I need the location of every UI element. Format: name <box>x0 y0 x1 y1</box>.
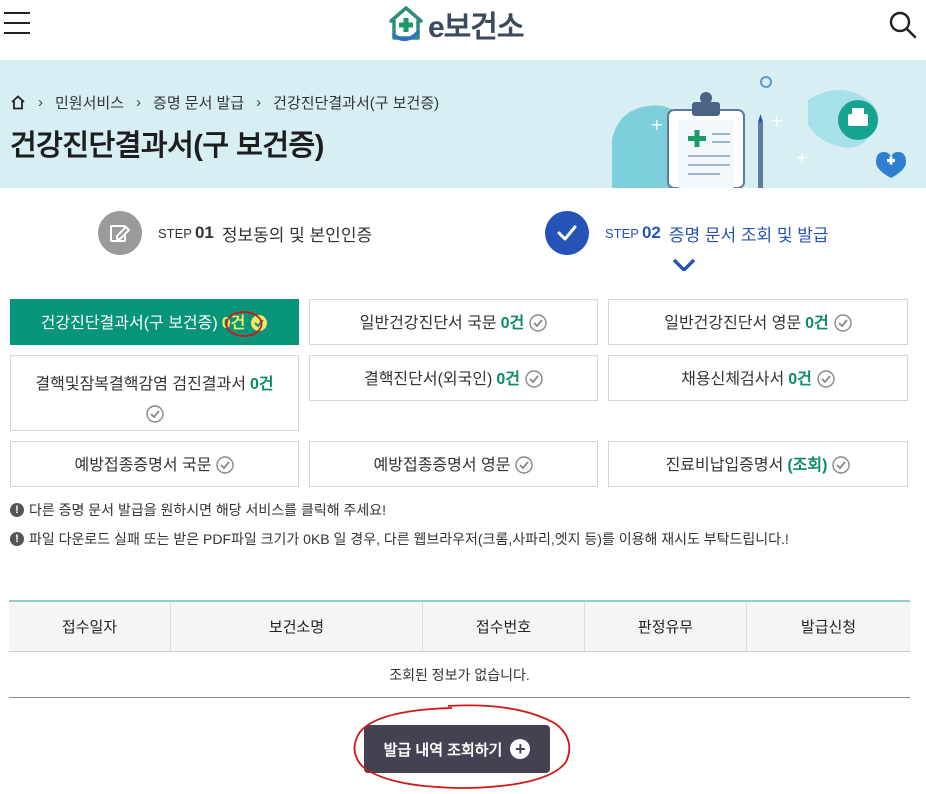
notice-text: 파일 다운로드 실패 또는 받은 PDF파일 크기가 0KB 일 경우, 다른 … <box>29 531 789 547</box>
step-1-consent: STEP 01 정보동의 및 본인인증 <box>98 211 372 255</box>
check-circle-icon <box>832 456 851 474</box>
logo-text: e보건소 <box>428 11 524 44</box>
issue-records-table: 접수일자 보건소명 접수번호 판정유무 발급신청 조회된 정보가 없습니다. <box>9 600 910 698</box>
search-icon[interactable] <box>888 10 918 40</box>
svg-text:+: + <box>650 115 663 134</box>
top-header: e보건소 <box>0 0 926 60</box>
step-label: 정보동의 및 본인인증 <box>221 225 373 245</box>
doc-label: 진료비납입증명서 <box>665 457 784 474</box>
table-header: 접수일자 보건소명 접수번호 판정유무 발급신청 <box>9 602 910 652</box>
doc-count: 0건 <box>496 371 521 388</box>
svg-text:+: + <box>796 150 808 166</box>
doc-tuberculosis-diagnosis-foreigner[interactable]: 결핵진단서(외국인) 0건 <box>309 355 598 401</box>
column-header: 접수번호 <box>423 602 585 651</box>
health-house-icon <box>389 6 423 42</box>
notice-other-service: ! 다른 증명 문서 발급을 원하시면 해당 서비스를 클릭해 주세요! <box>10 500 386 520</box>
breadcrumb: › 민원서비스 › 증명 문서 발급 › 건강진단결과서(구 보건증) <box>10 92 439 113</box>
doc-employment-physical[interactable]: 채용신체검사서 0건 <box>608 355 908 401</box>
check-circle-icon <box>834 314 852 332</box>
step-2-document-issue: STEP 02 증명 문서 조회 및 발급 <box>545 211 829 255</box>
chevron-right-icon: › <box>256 94 262 111</box>
doc-label: 건강진단결과서(구 보건증) <box>40 315 218 332</box>
column-header: 판정유무 <box>585 602 747 651</box>
doc-label: 결핵진단서(외국인) <box>363 371 493 388</box>
doc-label: 일반건강진단서 국문 <box>359 315 497 332</box>
home-icon[interactable] <box>10 95 26 110</box>
doc-count: 0건 <box>249 376 274 393</box>
doc-label: 예방접종증명서 국문 <box>74 457 212 474</box>
medical-clipboard-illustration: + + + <box>612 76 906 188</box>
doc-label: 예방접종증명서 영문 <box>373 457 511 474</box>
exclamation-icon: ! <box>10 503 24 517</box>
breadcrumb-item-certificate-issue[interactable]: 증명 문서 발급 <box>153 92 244 113</box>
page-title: 건강진단결과서(구 보건증) <box>10 130 324 162</box>
doc-tuberculosis-screening[interactable]: 결핵및잠복결핵감염 검진결과서 0건 <box>10 355 299 431</box>
column-header: 보건소명 <box>171 602 423 651</box>
checkmark-icon <box>545 211 589 255</box>
svg-text:+: + <box>770 111 783 130</box>
column-header: 접수일자 <box>9 602 171 651</box>
check-circle-icon <box>515 456 534 474</box>
doc-count: (조회) <box>787 457 828 474</box>
check-circle-icon <box>529 314 547 332</box>
check-circle-icon <box>216 456 235 474</box>
chevron-right-icon: › <box>136 94 142 111</box>
step-label: 증명 문서 조회 및 발급 <box>668 225 829 245</box>
check-circle-icon <box>145 405 164 423</box>
step-number: 02 <box>641 223 661 242</box>
doc-medical-payment-certificate[interactable]: 진료비납입증명서 (조회) <box>608 441 908 487</box>
notice-download-failure: ! 파일 다운로드 실패 또는 받은 PDF파일 크기가 0KB 일 경우, 다… <box>10 529 789 549</box>
notice-text: 다른 증명 문서 발급을 원하시면 해당 서비스를 클릭해 주세요! <box>29 502 387 518</box>
empty-message: 조회된 정보가 없습니다. <box>9 652 910 698</box>
breadcrumb-item-civil-service[interactable]: 민원서비스 <box>55 92 124 113</box>
doc-count: 0건 <box>788 371 812 388</box>
doc-count: 0건 <box>500 315 525 332</box>
step-kicker: STEP <box>158 225 192 241</box>
chevron-right-icon: › <box>38 94 43 111</box>
check-circle-icon <box>525 370 543 388</box>
doc-vaccination-korean[interactable]: 예방접종증명서 국문 <box>10 441 299 487</box>
exclamation-icon: ! <box>10 532 24 546</box>
doc-label: 채용신체검사서 <box>681 371 785 388</box>
doc-vaccination-english[interactable]: 예방접종증명서 영문 <box>309 441 598 487</box>
pencil-edit-icon <box>98 211 142 255</box>
check-circle-icon <box>817 370 835 388</box>
red-annotation-circle <box>353 704 571 789</box>
doc-general-health-korean[interactable]: 일반건강진단서 국문 0건 <box>309 299 598 345</box>
doc-label: 일반건강진단서 영문 <box>664 315 802 332</box>
doc-count: 0건 <box>805 315 829 332</box>
hamburger-menu-icon[interactable] <box>4 12 30 36</box>
doc-label: 결핵및잠복결핵감염 검진결과서 <box>35 376 246 393</box>
step-number: 01 <box>194 223 214 242</box>
site-logo[interactable]: e보건소 <box>388 4 524 44</box>
doc-general-health-english[interactable]: 일반건강진단서 영문 0건 <box>608 299 908 345</box>
column-header: 발급신청 <box>800 619 857 636</box>
breadcrumb-item-current: 건강진단결과서(구 보건증) <box>273 95 440 112</box>
red-annotation-circle <box>225 311 263 337</box>
chevron-down-icon <box>673 259 695 271</box>
step-kicker: STEP <box>605 225 639 241</box>
